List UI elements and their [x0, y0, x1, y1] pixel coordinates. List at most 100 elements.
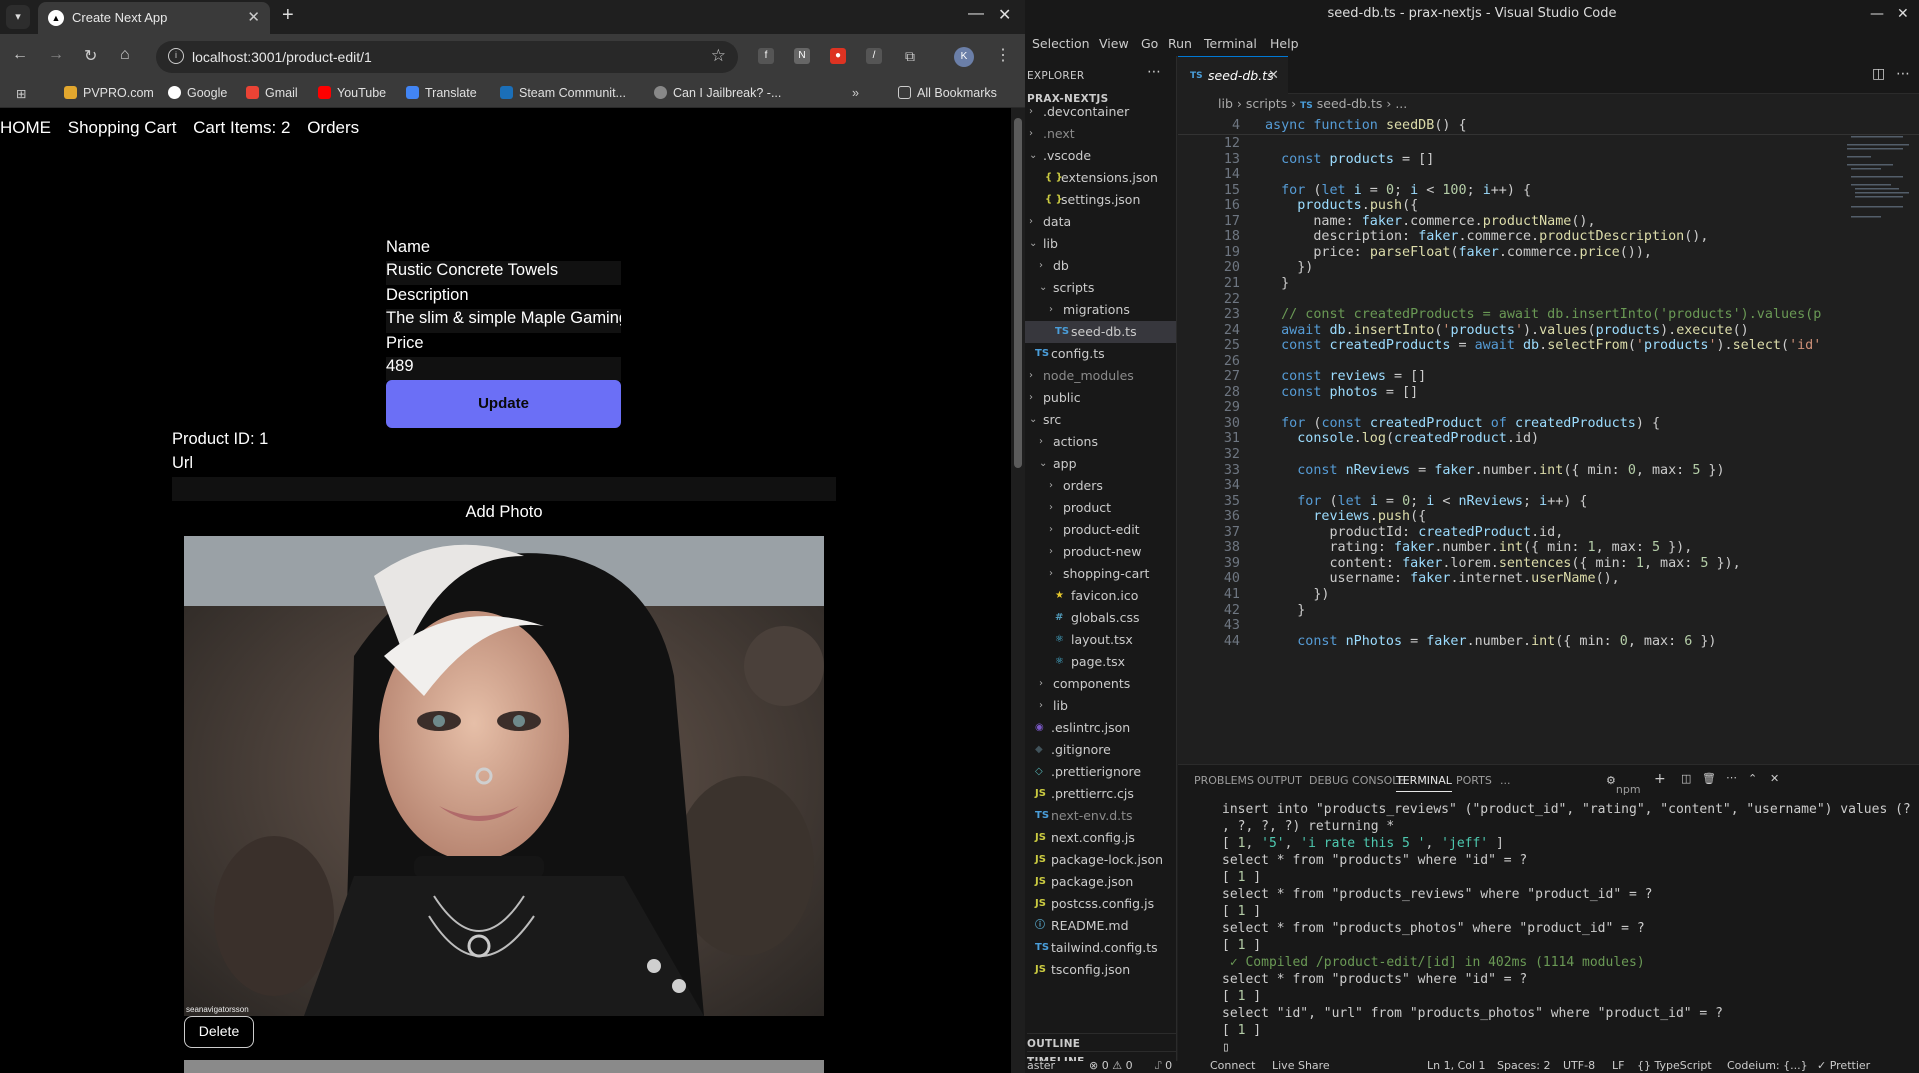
extension-icon[interactable]: /: [866, 48, 882, 64]
panel-tab-problems[interactable]: PROBLEMS: [1194, 774, 1254, 787]
tree-folder[interactable]: › product-new: [1025, 541, 1176, 563]
tree-file[interactable]: JS postcss.config.js: [1025, 893, 1176, 915]
chevron-right-icon[interactable]: ›: [1029, 365, 1033, 387]
status-eol[interactable]: LF: [1612, 1059, 1624, 1072]
page-scrollbar[interactable]: [1011, 108, 1025, 1073]
panel-more-icon[interactable]: ...: [1500, 774, 1511, 787]
tree-file[interactable]: JS package-lock.json: [1025, 849, 1176, 871]
tree-file[interactable]: ⓘ README.md: [1025, 915, 1176, 937]
chevron-down-icon[interactable]: ⌄: [1029, 145, 1037, 167]
editor-more-icon[interactable]: ⋯: [1896, 66, 1910, 82]
chevron-right-icon[interactable]: ›: [1029, 123, 1033, 145]
home-icon[interactable]: ⌂: [120, 46, 130, 64]
tab-search-chevron-icon[interactable]: ▾: [6, 5, 30, 29]
address-bar[interactable]: i localhost:3001/product-edit/1 ☆: [156, 41, 738, 73]
chevron-down-icon[interactable]: ⌄: [1029, 233, 1037, 255]
minimize-icon[interactable]: —: [968, 5, 984, 23]
menu-view[interactable]: View: [1099, 36, 1129, 51]
status-branch[interactable]: aster: [1027, 1059, 1055, 1072]
status-cursor-position[interactable]: Ln 1, Col 1: [1427, 1059, 1486, 1072]
chevron-right-icon[interactable]: ›: [1039, 431, 1043, 453]
chevron-right-icon[interactable]: ›: [1039, 255, 1043, 277]
menu-run[interactable]: Run: [1168, 36, 1192, 51]
tree-folder[interactable]: › components: [1025, 673, 1176, 695]
tree-file[interactable]: ◆ .gitignore: [1025, 739, 1176, 761]
site-info-icon[interactable]: i: [168, 48, 184, 64]
tree-file[interactable]: JS next.config.js: [1025, 827, 1176, 849]
panel-tab-debug-console[interactable]: DEBUG CONSOLE: [1309, 774, 1405, 787]
new-terminal-plus-icon[interactable]: +: [1654, 771, 1666, 787]
extension-icon[interactable]: f: [758, 48, 774, 64]
status-connect[interactable]: Connect: [1210, 1059, 1255, 1072]
split-editor-icon[interactable]: ◫: [1872, 66, 1885, 82]
nav-cart-items[interactable]: Cart Items: 2: [193, 118, 290, 137]
price-input[interactable]: 489: [386, 357, 621, 381]
tree-file[interactable]: # globals.css: [1025, 607, 1176, 629]
code-area[interactable]: 4 async function seedDB() { 12 13 const pr…: [1178, 116, 1919, 764]
extensions-puzzle-icon[interactable]: ⧉: [902, 48, 918, 64]
status-live-share[interactable]: Live Share: [1272, 1059, 1330, 1072]
maximize-panel-icon[interactable]: ⌃: [1748, 772, 1757, 785]
kill-terminal-trash-icon[interactable]: 🗑: [1702, 772, 1716, 785]
apps-grid-icon[interactable]: ⊞: [16, 86, 26, 101]
address-url[interactable]: localhost:3001/product-edit/1: [192, 49, 372, 65]
reload-icon[interactable]: ↻: [84, 46, 97, 66]
breadcrumb-symbol[interactable]: ...: [1395, 96, 1407, 111]
tree-folder[interactable]: › product: [1025, 497, 1176, 519]
status-ports[interactable]: ⑀ 0: [1155, 1059, 1172, 1072]
chevron-right-icon[interactable]: ›: [1029, 387, 1033, 409]
tree-folder[interactable]: › node_modules: [1025, 365, 1176, 387]
chevron-down-icon[interactable]: ⌄: [1029, 409, 1037, 431]
tree-folder[interactable]: ⌄ scripts: [1025, 277, 1176, 299]
chevron-right-icon[interactable]: ›: [1029, 101, 1033, 123]
tree-file[interactable]: ⚛ layout.tsx: [1025, 629, 1176, 651]
tree-folder[interactable]: ⌄ lib: [1025, 233, 1176, 255]
tree-folder[interactable]: › migrations: [1025, 299, 1176, 321]
status-indentation[interactable]: Spaces: 2: [1497, 1059, 1550, 1072]
tree-folder[interactable]: › public: [1025, 387, 1176, 409]
bookmark-google[interactable]: Google: [168, 86, 227, 100]
new-tab-plus-icon[interactable]: +: [282, 4, 294, 27]
chevron-right-icon[interactable]: ›: [1049, 563, 1053, 585]
add-photo-button[interactable]: Add Photo: [172, 503, 836, 527]
forward-arrow-icon[interactable]: →: [48, 46, 64, 64]
chrome-menu-icon[interactable]: ⋮: [995, 45, 1011, 65]
chevron-right-icon[interactable]: ›: [1049, 475, 1053, 497]
nav-shopping-cart-link[interactable]: Shopping Cart: [68, 118, 177, 137]
panel-tab-ports[interactable]: PORTS: [1456, 774, 1492, 787]
tree-file[interactable]: TS next-env.d.ts: [1025, 805, 1176, 827]
tree-folder[interactable]: › .next: [1025, 123, 1176, 145]
all-bookmarks[interactable]: All Bookmarks: [898, 86, 997, 100]
close-window-icon[interactable]: ✕: [998, 5, 1011, 25]
chevron-right-icon[interactable]: ›: [1039, 673, 1043, 695]
editor-tab-seed-db[interactable]: TS seed-db.ts ✕: [1178, 56, 1288, 94]
bookmark-star-icon[interactable]: ☆: [711, 46, 726, 66]
nav-orders-link[interactable]: Orders: [307, 118, 359, 137]
menu-go[interactable]: Go: [1141, 36, 1158, 51]
tree-folder[interactable]: › actions: [1025, 431, 1176, 453]
tree-folder[interactable]: ⌄ src: [1025, 409, 1176, 431]
status-codeium[interactable]: Codeium: {...}: [1727, 1059, 1808, 1072]
chevron-right-icon[interactable]: ›: [1029, 211, 1033, 233]
tree-folder[interactable]: › shopping-cart: [1025, 563, 1176, 585]
breadcrumb-file[interactable]: seed-db.ts: [1317, 96, 1383, 111]
tree-folder[interactable]: › lib: [1025, 695, 1176, 717]
chevron-down-icon[interactable]: ⌄: [1039, 453, 1047, 475]
tree-file[interactable]: TS tailwind.config.ts: [1025, 937, 1176, 959]
tree-file[interactable]: TS config.ts: [1025, 343, 1176, 365]
tree-file[interactable]: ◇ .prettierignore: [1025, 761, 1176, 783]
chevron-right-icon[interactable]: ›: [1049, 497, 1053, 519]
panel-tab-output[interactable]: OUTPUT: [1257, 774, 1302, 787]
explorer-more-icon[interactable]: ⋯: [1147, 64, 1161, 80]
terminal-shell-label[interactable]: ⚙ npm: [1606, 774, 1641, 796]
minimap[interactable]: [1843, 116, 1913, 246]
terminal-output[interactable]: insert into "products_reviews" ("product…: [1222, 801, 1911, 1056]
status-language[interactable]: {} TypeScript: [1637, 1059, 1712, 1072]
status-problems[interactable]: ⊗ 0 ⚠ 0: [1089, 1059, 1133, 1072]
chevron-down-icon[interactable]: ⌄: [1039, 277, 1047, 299]
more-bookmarks-icon[interactable]: »: [852, 86, 859, 100]
tree-file[interactable]: JS package.json: [1025, 871, 1176, 893]
browser-tab[interactable]: ▲ Create Next App ✕: [38, 2, 270, 34]
terminal-more-icon[interactable]: ⋯: [1726, 771, 1737, 784]
back-arrow-icon[interactable]: ←: [12, 46, 28, 64]
